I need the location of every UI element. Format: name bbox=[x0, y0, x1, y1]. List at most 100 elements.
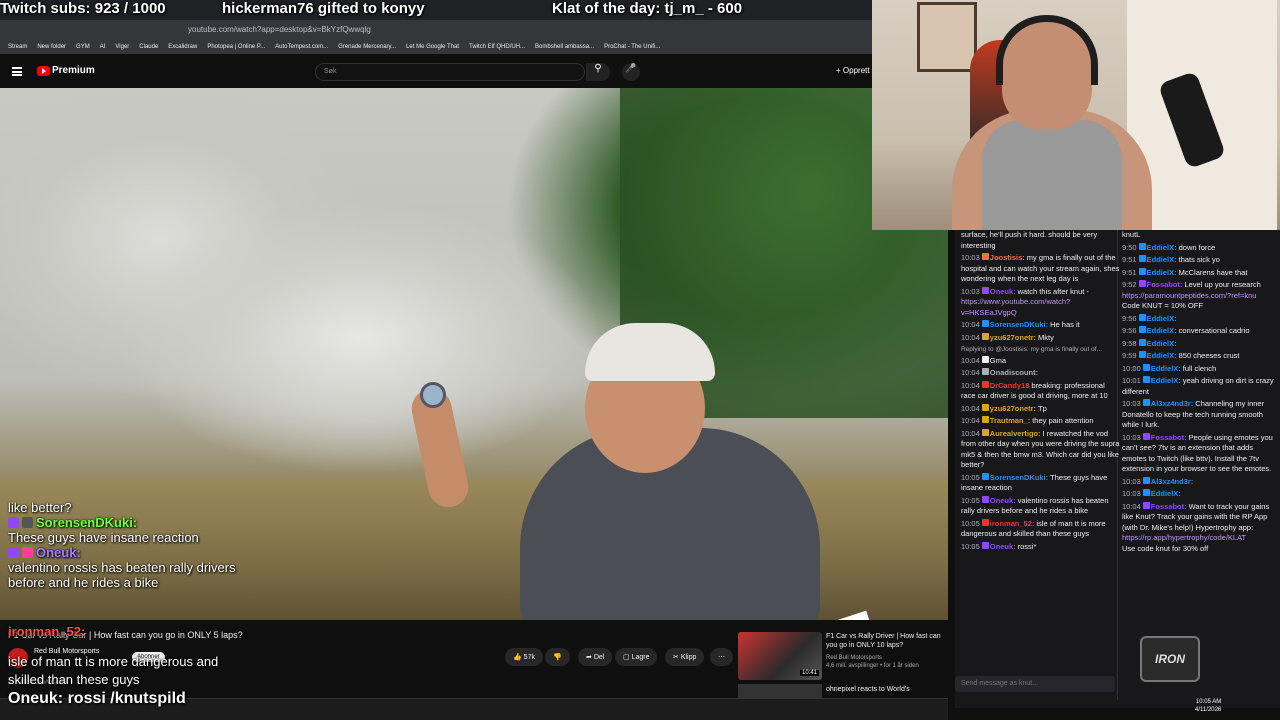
chat-username[interactable]: Onadiscount: bbox=[990, 368, 1038, 377]
chat-username[interactable]: EddielX: bbox=[1147, 268, 1177, 277]
chat-message: 10:04 DrCandy18 breaking: professional rac… bbox=[961, 380, 1121, 402]
clip-button[interactable]: ✂ Klipp bbox=[665, 648, 705, 666]
youtube-logo-icon[interactable] bbox=[37, 66, 50, 76]
chat-username[interactable]: Fossabot: bbox=[1147, 280, 1183, 289]
browser-address-bar[interactable]: youtube.com/watch?app=desktop&v=BkYzfQww… bbox=[0, 20, 872, 40]
recommended-title[interactable]: F1 Car vs Rally Driver | How fast can yo… bbox=[826, 632, 946, 650]
chat-username[interactable]: Fossabot: bbox=[1151, 502, 1187, 511]
chat-badge-icon bbox=[981, 495, 989, 503]
chat-timestamp: 9:58 bbox=[1122, 338, 1137, 348]
chat-link[interactable]: https://www.youtube.com/watch?v=HKSEaJVg… bbox=[961, 297, 1121, 318]
sub-goal-overlay: Twitch subs: 923 / 1000 bbox=[0, 0, 166, 17]
chat-input[interactable]: Send message as knut... bbox=[955, 676, 1115, 692]
search-button[interactable]: ⚲ bbox=[586, 63, 610, 81]
bookmark-item[interactable]: AI bbox=[100, 44, 106, 50]
twitch-chat: surface, he'll push it hard. should be v… bbox=[955, 230, 1280, 708]
chat-message: 10:04 Trautman_: they pain attention bbox=[961, 416, 1121, 427]
overlay-chat-message: isle of man tt is more dangerous and ski… bbox=[8, 654, 219, 687]
chat-message: surface, he'll push it hard. should be v… bbox=[961, 230, 1121, 251]
chat-command-overlay: Oneuk: rossi /knutspild bbox=[8, 690, 186, 707]
chat-link[interactable]: https://rp.app/hypertrophy/code/KLAT bbox=[1122, 533, 1276, 544]
chat-message: 10:04 yzu627onetr: Mkty bbox=[961, 332, 1121, 344]
chat-username[interactable]: EddielX: bbox=[1147, 314, 1177, 323]
bookmark-item[interactable]: Grenade Mercenary... bbox=[338, 44, 396, 50]
bookmark-item[interactable]: Viger bbox=[115, 44, 129, 50]
recommended-title[interactable]: ohnepixel reacts to World's bbox=[826, 686, 910, 693]
chat-username[interactable]: SorensenDKuki: bbox=[990, 320, 1048, 329]
chat-timestamp: 10:05 bbox=[961, 495, 980, 505]
chat-message: 10:04 Fossabot: Want to track your gains l… bbox=[1122, 501, 1276, 555]
dislike-button[interactable]: 👎 bbox=[545, 648, 570, 666]
bookmark-item[interactable]: Let Me Google That bbox=[406, 44, 459, 50]
voice-search-button[interactable]: 🎤 bbox=[622, 63, 640, 81]
chat-username[interactable]: EddielX: bbox=[1147, 326, 1177, 335]
chat-text: rossi* bbox=[1017, 541, 1037, 551]
chat-message: 10:03 Oneuk: watch this after knut - https:… bbox=[961, 286, 1121, 319]
chat-badge-icon bbox=[1142, 376, 1150, 383]
chat-username[interactable]: Joostisis: bbox=[990, 253, 1025, 262]
share-button[interactable]: ➦ Del bbox=[578, 648, 613, 666]
chat-message: 10:03 Al3xz4nd3r: bbox=[1122, 476, 1276, 488]
recommended-thumbnail[interactable] bbox=[738, 684, 822, 698]
chat-message: 9:58 EddielX: bbox=[1122, 338, 1276, 350]
chat-username[interactable]: EddielX: bbox=[1147, 243, 1177, 252]
bookmark-item[interactable]: Claude bbox=[139, 44, 158, 50]
bookmark-item[interactable]: Photopea | Online P... bbox=[207, 44, 265, 50]
chat-username[interactable]: ironman_52: bbox=[990, 519, 1035, 528]
bookmark-item[interactable]: AutoTempest.com... bbox=[275, 44, 328, 50]
chat-link[interactable]: https://paramountpeptides.com/?ref=knu bbox=[1122, 291, 1276, 302]
bookmark-item[interactable]: Twitch Elf QHD/UH... bbox=[469, 44, 525, 50]
chat-username[interactable]: EddielX: bbox=[1147, 339, 1177, 348]
stopwatch-icon bbox=[420, 382, 446, 408]
more-actions-button[interactable]: ⋯ bbox=[710, 648, 733, 666]
chat-timestamp: 10:04 bbox=[961, 380, 980, 390]
url-field[interactable]: youtube.com/watch?app=desktop&v=BkYzfQww… bbox=[188, 25, 371, 34]
chat-username[interactable]: Al3xz4nd3r: bbox=[1151, 399, 1194, 408]
overlay-chat-line: like better? bbox=[8, 500, 72, 515]
bookmark-item[interactable]: GYM bbox=[76, 44, 90, 50]
youtube-brand[interactable]: Premium bbox=[52, 65, 95, 76]
twitch-badge-icon bbox=[8, 547, 19, 558]
chat-text: full clench bbox=[1182, 363, 1217, 373]
chat-username[interactable]: Fossabot: bbox=[1151, 433, 1187, 442]
chat-username[interactable]: yzu627onetr: bbox=[990, 404, 1036, 413]
chat-message: 9:56 EddielX: conversational cadrio bbox=[1122, 326, 1276, 337]
bookmark-item[interactable]: Excalidraw bbox=[168, 44, 197, 50]
chat-username[interactable]: yzu627onetr: bbox=[990, 333, 1036, 342]
chat-badge-icon bbox=[981, 332, 989, 340]
heart-badge-icon bbox=[22, 547, 33, 558]
chat-username[interactable]: EddielX: bbox=[1151, 489, 1181, 498]
chat-badge-icon bbox=[1142, 399, 1150, 406]
chat-username[interactable]: EddielX: bbox=[1151, 376, 1181, 385]
create-button[interactable]: + Opprett bbox=[836, 66, 870, 75]
chat-timestamp: 10:04 bbox=[961, 403, 980, 413]
bookmark-item[interactable]: ProChat - The Unifi... bbox=[604, 44, 660, 50]
chat-username[interactable]: Trautman_: bbox=[990, 416, 1030, 425]
chat-message: 10:04 Onadiscount: bbox=[961, 368, 1121, 379]
chat-username[interactable]: Oneuk: bbox=[990, 542, 1016, 551]
chat-timestamp: 9:50 bbox=[1122, 242, 1137, 252]
search-input[interactable]: Søk bbox=[315, 63, 585, 81]
bookmark-item[interactable]: New folder bbox=[37, 44, 66, 50]
chat-username[interactable]: Oneuk: bbox=[990, 496, 1016, 505]
webcam-picture-frame bbox=[917, 2, 977, 72]
chat-username[interactable]: EddielX: bbox=[1151, 364, 1181, 373]
overlay-chat: like better? SorensenDKuki: These guys h… bbox=[8, 500, 308, 590]
chat-username[interactable]: EddielX: bbox=[1147, 351, 1177, 360]
chat-badge-icon bbox=[981, 368, 989, 375]
chat-timestamp: 10:04 bbox=[961, 320, 980, 329]
chat-username[interactable]: SorensenDKuki: bbox=[990, 473, 1048, 482]
menu-icon[interactable] bbox=[12, 67, 22, 76]
bookmark-item[interactable]: Bombshell ambassa... bbox=[535, 44, 594, 50]
like-button[interactable]: 👍 57k bbox=[505, 648, 543, 666]
chat-message: 10:00 EddielX: full clench bbox=[1122, 363, 1276, 375]
chat-username[interactable]: Oneuk: bbox=[990, 287, 1016, 296]
save-button[interactable]: ▢ Lagre bbox=[615, 648, 658, 666]
chat-username[interactable]: EddielX: bbox=[1147, 255, 1177, 264]
chat-username[interactable]: DrCandy18 bbox=[990, 381, 1030, 390]
chat-username[interactable]: Al3xz4nd3r: bbox=[1151, 477, 1194, 486]
chat-badge-icon bbox=[981, 518, 989, 526]
chat-username[interactable]: Aurealvertigo: bbox=[990, 429, 1041, 438]
bookmark-item[interactable]: Stream bbox=[8, 44, 27, 50]
search-icon: ⚲ bbox=[594, 63, 602, 74]
